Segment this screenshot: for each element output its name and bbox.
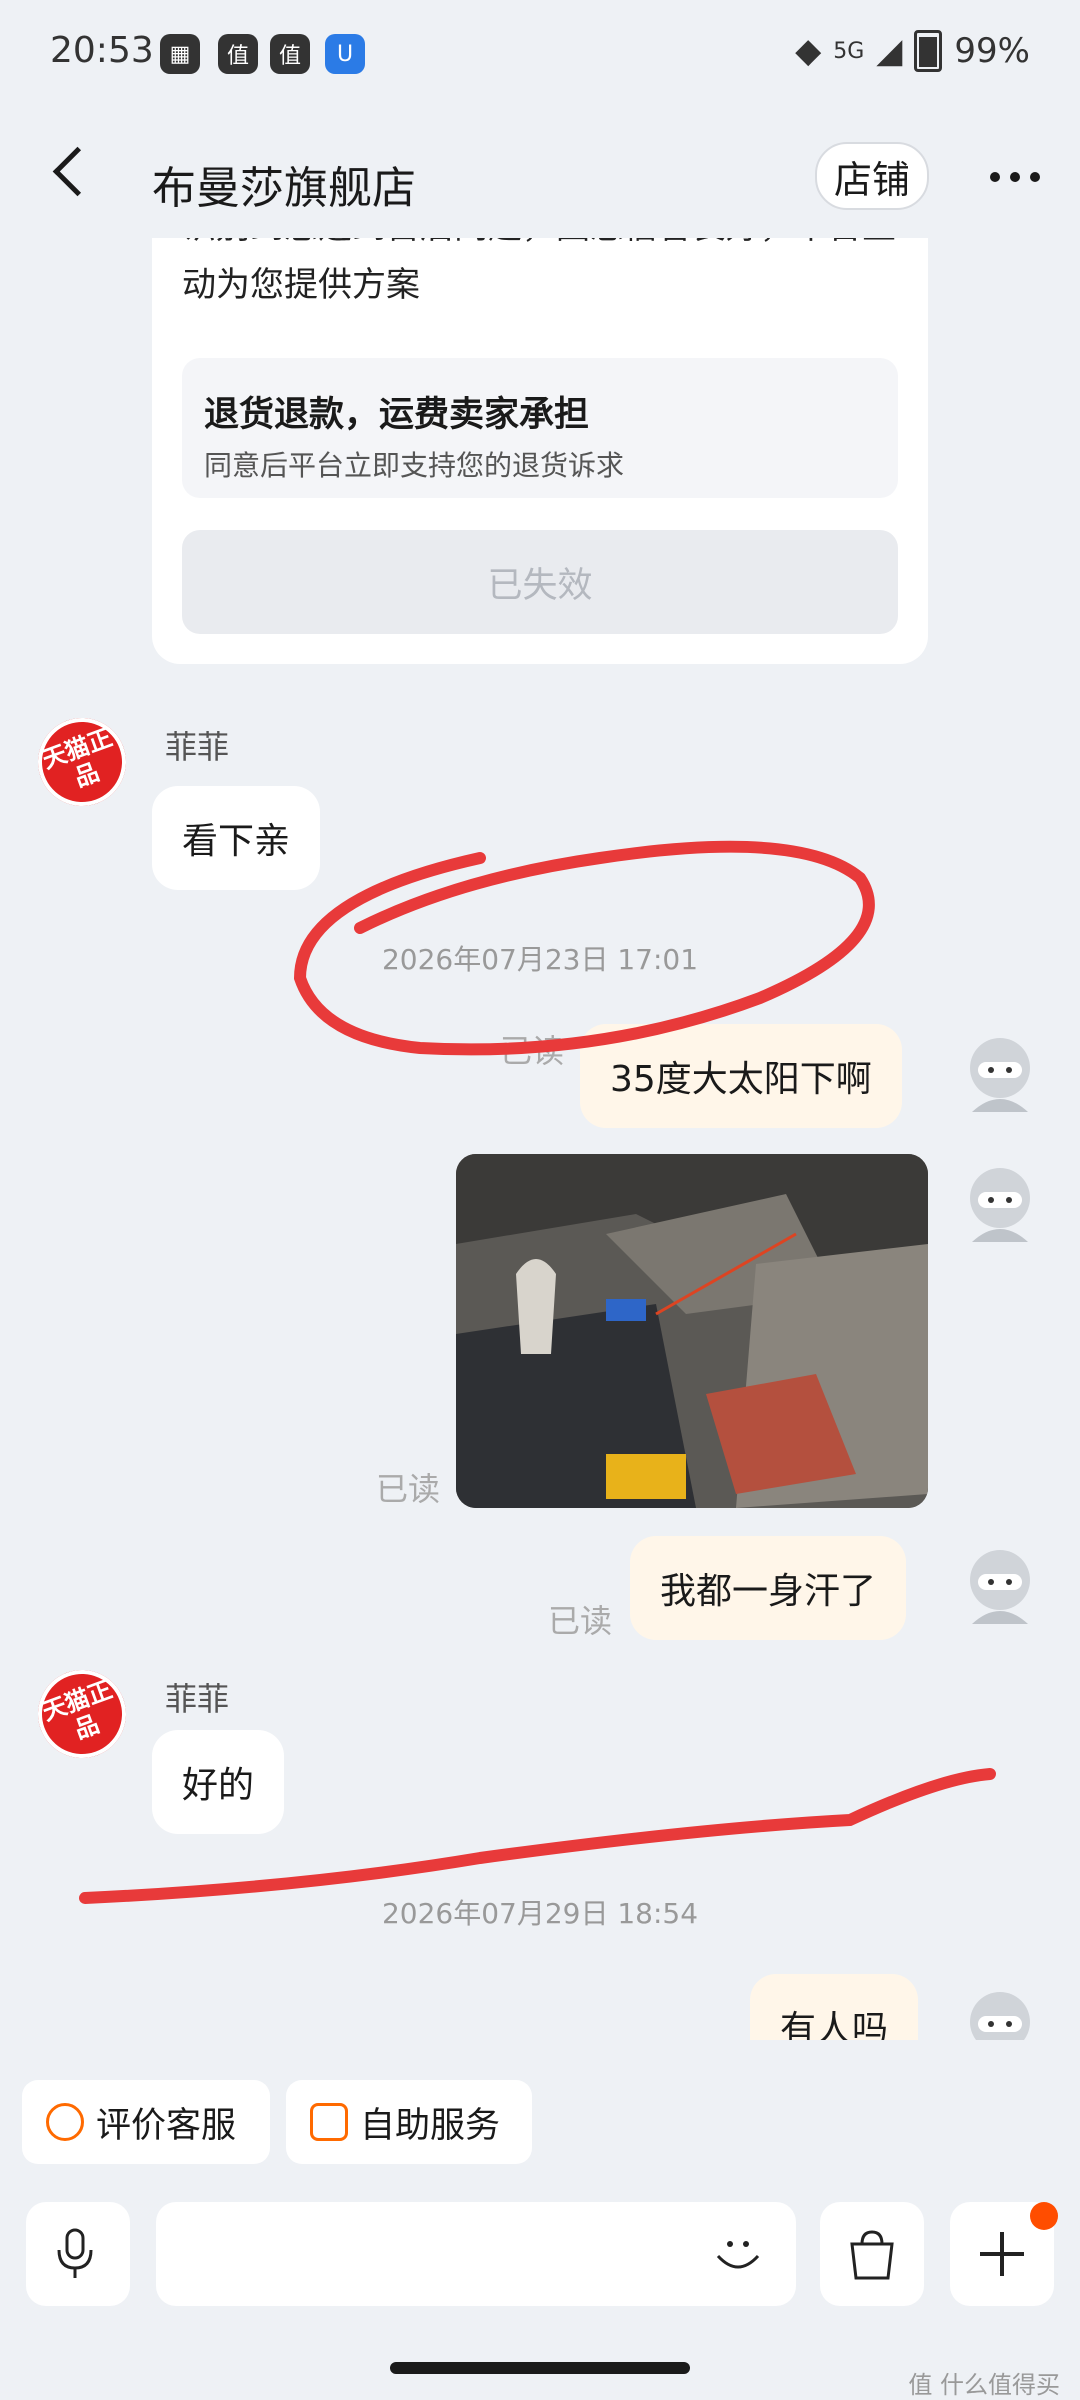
signal-icon: ◢	[876, 31, 903, 71]
wifi-icon: ◆	[795, 31, 822, 71]
message-input[interactable]	[156, 2202, 796, 2306]
underline-annotation	[79, 1768, 996, 1904]
chat-header: 布曼莎旗舰店 店铺	[0, 120, 1080, 238]
self-service-button[interactable]: 自助服务	[286, 2080, 532, 2164]
circle-annotation	[293, 840, 875, 1056]
more-icon[interactable]	[990, 172, 1040, 182]
self-service-label: 自助服务	[360, 2105, 501, 2146]
home-indicator[interactable]	[390, 2362, 690, 2374]
battery-icon	[914, 30, 943, 72]
status-right: ◆ 5G ◢ 99%	[795, 30, 1030, 72]
zhi-icon: 值	[270, 34, 310, 74]
shopping-bag-icon	[850, 2230, 894, 2280]
smile-icon	[46, 2103, 84, 2141]
annotation-marks	[79, 840, 996, 1904]
status-time: 20:53	[50, 30, 154, 71]
rate-service-button[interactable]: 评价客服	[22, 2080, 270, 2164]
rate-service-label: 评价客服	[96, 2105, 237, 2146]
plus-icon	[980, 2232, 1024, 2276]
plus-button[interactable]	[950, 2202, 1058, 2306]
shopping-bag-button[interactable]	[820, 2202, 924, 2306]
shop-button[interactable]: 店铺	[815, 142, 929, 210]
microphone-icon	[57, 2228, 93, 2278]
notification-dot	[1030, 2202, 1058, 2230]
page-title: 布曼莎旗舰店	[152, 163, 416, 214]
grid-icon	[310, 2103, 348, 2141]
app-icon: U	[325, 34, 365, 74]
network-label: 5G	[833, 38, 865, 64]
chat-area[interactable]: 识别到您遇到售后问题，因您信誉良好，平台主动为您提供方案 退货退款，运费卖家承担…	[0, 238, 1080, 2040]
voice-button[interactable]	[26, 2202, 130, 2306]
status-bar: 20:53 ▦ 值 值 U ◆ 5G ◢ 99%	[0, 0, 1080, 120]
emoji-icon[interactable]	[710, 2226, 766, 2282]
back-icon[interactable]	[52, 146, 103, 197]
battery-level: 99%	[954, 31, 1030, 71]
input-bar	[0, 2190, 1080, 2340]
zhi-icon: 值	[218, 34, 258, 74]
calendar-icon: ▦	[160, 34, 200, 74]
watermark: 值 什么值得买	[908, 2371, 1060, 2399]
